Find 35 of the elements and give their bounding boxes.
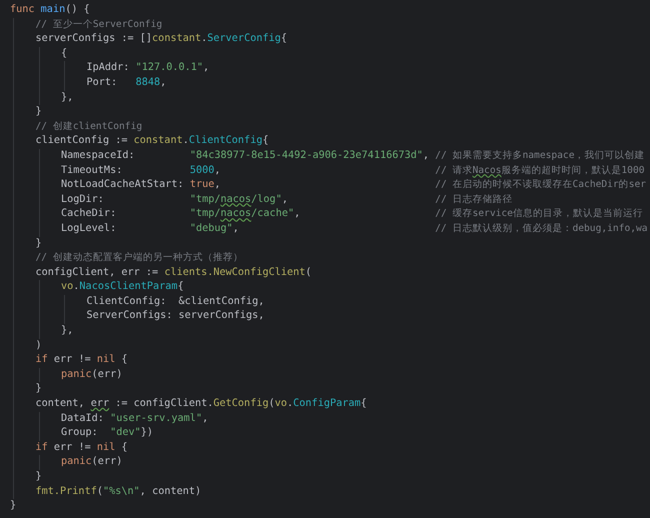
code-line: func main() {: [10, 3, 91, 17]
code-line: }: [36, 236, 43, 250]
code-line: clientConfig := constant.ClientConfig{: [36, 134, 270, 148]
code-line: // 至少一个ServerConfig: [36, 18, 164, 32]
code-line: LogDir: "tmp/nacos/log", // 日志存储路径: [61, 192, 514, 207]
code-line: configClient, err := clients.NewConfigClient(: [36, 266, 313, 280]
code-line: }: [36, 382, 43, 396]
code-line: }: [36, 470, 43, 484]
code-line: panic(err): [61, 368, 124, 382]
code-line: panic(err): [61, 455, 124, 470]
code-line: ServerConfigs: serverConfigs,: [86, 309, 266, 324]
code-line: if err != nil {: [36, 353, 129, 368]
code-line: TimeoutMs: 5000, // 请求Nacos服务端的超时时间，默认是1000: [61, 164, 646, 178]
code-line: ClientConfig: &clientConfig,: [86, 294, 266, 309]
code-line: }: [10, 499, 18, 514]
code-line: CacheDir: "tmp/nacos/cache", // 缓存service信息的目录，默认是当前运行: [61, 207, 644, 222]
code-line: },: [61, 324, 74, 338]
code-line: }: [36, 105, 43, 120]
code-line: {: [61, 46, 68, 61]
code-line: },: [61, 90, 74, 105]
code-line: // 创建clientConfig: [36, 120, 144, 134]
code-line: // 创建动态配置客户端的另一种方式（推荐）: [36, 251, 244, 266]
code-line: LogLevel: "debug", // 日志默认级别，值必须是：debug,info,wa: [61, 222, 649, 236]
code-line: content, err := configClient.GetConfig(vo.ConfigParam{: [36, 397, 368, 412]
code-line: NotLoadCacheAtStart: true, // 在启动的时候不读取缓存在CacheDir的ser: [61, 178, 648, 192]
code-line: fmt.Printf("%s\n", content): [36, 484, 202, 499]
code-line: IpAddr: "127.0.0.1",: [86, 61, 210, 76]
code-line: serverConfigs := []constant.ServerConfig{: [36, 32, 288, 46]
code-line: NamespaceId: "84c38977-8e15-4492-a906-23e74116673d", // 如果需要支持多namespace，我们可以创建: [61, 148, 646, 163]
code-line: Group: "dev"}): [61, 426, 154, 440]
code-line: ): [36, 338, 43, 353]
code-line: Port: 8848,: [86, 76, 168, 90]
code-line: DataId: "user-srv.yaml",: [61, 412, 210, 426]
code-line: vo.NacosClientParam{: [61, 280, 185, 294]
code-line: if err != nil {: [36, 440, 129, 455]
